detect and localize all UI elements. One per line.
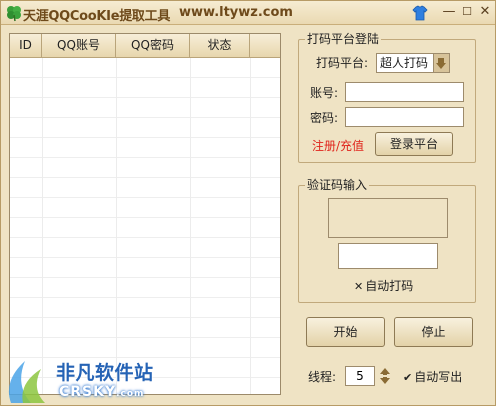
column-divider	[116, 58, 117, 394]
close-icon[interactable]: ✕	[477, 4, 493, 20]
dropdown-arrow-icon[interactable]	[433, 54, 449, 72]
shirt-icon[interactable]	[411, 4, 429, 22]
auto-write-checkbox[interactable]: ✔ 自动写出	[403, 369, 462, 386]
auto-code-label: 自动打码	[365, 279, 414, 293]
minimize-icon[interactable]: —	[441, 4, 457, 20]
account-table[interactable]: ID QQ账号 QQ密码 状态	[9, 33, 281, 395]
password-label: 密码:	[310, 111, 339, 125]
maximize-icon[interactable]: ☐	[459, 4, 475, 20]
column-header-qq-password[interactable]: QQ密码	[116, 34, 190, 58]
password-input[interactable]	[345, 107, 464, 127]
clover-icon	[7, 6, 21, 22]
auto-write-label: 自动写出	[414, 370, 463, 384]
platform-login-group: 打码平台登陆 打码平台: 超人打码 账号: 密码: 注册/充值 登录平台	[298, 32, 476, 163]
watermark-sub: CRSKY.com	[59, 384, 145, 400]
platform-select[interactable]: 超人打码	[376, 53, 450, 73]
column-divider	[250, 58, 251, 394]
table-body[interactable]	[10, 58, 280, 394]
stop-button[interactable]: 停止	[394, 317, 473, 347]
threads-label: 线程:	[308, 370, 337, 384]
column-header-qq-account[interactable]: QQ账号	[42, 34, 116, 58]
platform-label: 打码平台:	[316, 56, 369, 70]
column-header-id[interactable]: ID	[10, 34, 42, 58]
unchecked-x-icon: ✕	[354, 280, 364, 293]
register-recharge-link[interactable]: 注册/充值	[312, 138, 364, 154]
captcha-input[interactable]	[338, 243, 438, 269]
app-window: 天涯QQCooKIe提取工具 www.ltywz.com — ☐ ✕ ID QQ…	[0, 0, 496, 406]
column-divider	[42, 58, 43, 394]
platform-login-title: 打码平台登陆	[305, 32, 382, 46]
checkmark-icon: ✔	[403, 371, 413, 384]
threads-spinner-icon[interactable]	[378, 367, 392, 385]
app-url: www.ltywz.com	[179, 5, 293, 20]
watermark-text: 非凡软件站	[56, 362, 154, 384]
account-label: 账号:	[310, 86, 339, 100]
captcha-group: 验证码输入 ✕ 自动打码	[298, 178, 476, 303]
captcha-title: 验证码输入	[305, 178, 370, 192]
captcha-image	[328, 198, 448, 238]
platform-selected-value: 超人打码	[380, 56, 429, 70]
table-header: ID QQ账号 QQ密码 状态	[10, 34, 280, 58]
app-title: 天涯QQCooKIe提取工具	[23, 9, 171, 24]
title-bar[interactable]: 天涯QQCooKIe提取工具 www.ltywz.com — ☐ ✕	[1, 1, 495, 25]
column-divider	[190, 58, 191, 394]
login-platform-button[interactable]: 登录平台	[375, 132, 453, 156]
threads-input[interactable]	[345, 366, 375, 386]
auto-code-checkbox[interactable]: ✕ 自动打码	[354, 278, 413, 295]
start-button[interactable]: 开始	[306, 317, 385, 347]
column-header-filler	[250, 34, 280, 58]
column-header-status[interactable]: 状态	[190, 34, 250, 58]
account-input[interactable]	[345, 82, 464, 102]
